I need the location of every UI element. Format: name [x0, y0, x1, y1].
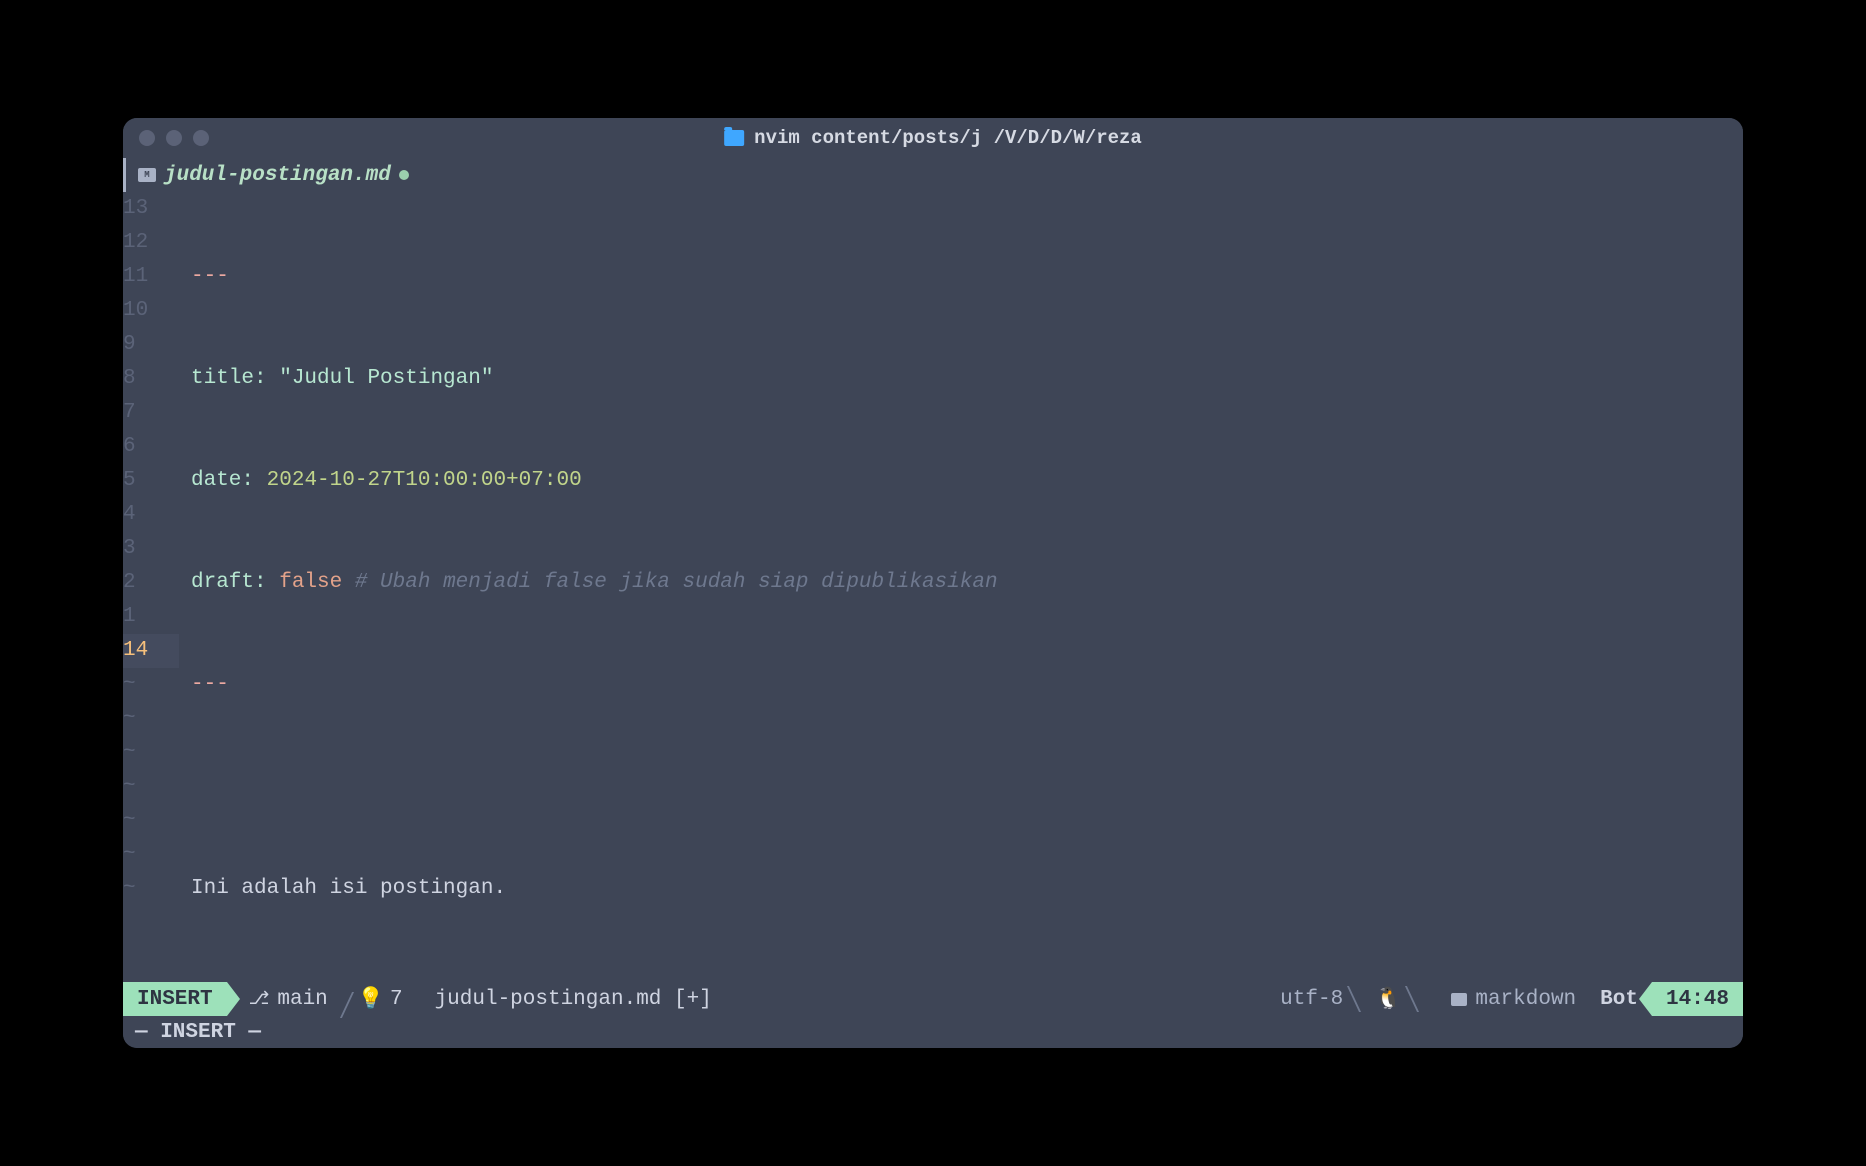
markdown-icon [1451, 993, 1467, 1006]
cmdline-text: — INSERT — [135, 1021, 261, 1044]
code-line: date: 2024-10-27T10:00:00+07:00 [191, 464, 1743, 498]
tabline: M judul-postingan.md [123, 158, 1743, 192]
code-line: title: "Judul Postingan" [191, 362, 1743, 396]
traffic-lights [139, 130, 209, 146]
diagnostics-count: 7 [390, 988, 403, 1011]
empty-line-tilde: ~ [123, 838, 179, 872]
maximize-button[interactable] [193, 130, 209, 146]
empty-line-tilde: ~ [123, 668, 179, 702]
diagnostics-segment: 💡 7 [340, 987, 421, 1012]
git-branch-icon: ⎇ [249, 988, 270, 1010]
code-line: --- [191, 260, 1743, 294]
line-number: 4 [123, 498, 179, 532]
encoding-label: utf-8 [1280, 988, 1343, 1011]
empty-line-tilde: ~ [123, 770, 179, 804]
empty-line-tilde: ~ [123, 804, 179, 838]
line-number: 3 [123, 532, 179, 566]
line-number: 12 [123, 226, 179, 260]
code-line: draft: false # Ubah menjadi false jika s… [191, 566, 1743, 600]
code-line: --- [191, 668, 1743, 702]
separator-icon [1405, 986, 1429, 1012]
command-line: — INSERT — [123, 1016, 1743, 1048]
line-number: 9 [123, 328, 179, 362]
empty-line-tilde: ~ [123, 736, 179, 770]
minimize-button[interactable] [166, 130, 182, 146]
filetype-label: markdown [1475, 988, 1576, 1011]
statusline-filename: judul-postingan.md [+] [421, 988, 726, 1011]
window-title-text: nvim content/posts/j /V/D/D/W/reza [754, 127, 1142, 149]
terminal-window: nvim content/posts/j /V/D/D/W/reza M jud… [123, 118, 1743, 1048]
empty-line-tilde: ~ [123, 702, 179, 736]
empty-line-tilde: ~ [123, 872, 179, 906]
lightbulb-icon: 💡 [358, 987, 384, 1012]
line-number: 13 [123, 192, 179, 226]
mode-indicator: INSERT [123, 982, 227, 1016]
modified-indicator-icon [399, 170, 409, 180]
clock-segment: 14:48 [1652, 982, 1743, 1016]
editor-area[interactable]: 13 12 11 10 9 8 7 6 5 4 3 2 1 14 ~ ~ ~ ~… [123, 192, 1743, 982]
editor-content[interactable]: --- title: "Judul Postingan" date: 2024-… [191, 192, 1743, 982]
git-branch-name: main [277, 988, 327, 1011]
tab-file[interactable]: M judul-postingan.md [128, 164, 419, 187]
code-line-empty [191, 974, 1743, 982]
os-icon: 🐧 [1375, 987, 1401, 1012]
line-number: 11 [123, 260, 179, 294]
line-number: 1 [123, 600, 179, 634]
window-title: nvim content/posts/j /V/D/D/W/reza [724, 127, 1142, 149]
line-number-gutter: 13 12 11 10 9 8 7 6 5 4 3 2 1 14 ~ ~ ~ ~… [123, 192, 191, 982]
filetype-segment: markdown [1441, 988, 1586, 1011]
line-number: 2 [123, 566, 179, 600]
folder-icon [724, 130, 744, 146]
statusline: INSERT ⎇ main 💡 7 judul-postingan.md [+]… [123, 982, 1743, 1016]
line-number: 7 [123, 396, 179, 430]
tab-filename: judul-postingan.md [164, 164, 391, 187]
git-branch-segment: ⎇ main [227, 988, 340, 1011]
line-number: 10 [123, 294, 179, 328]
separator-icon [1347, 986, 1371, 1012]
line-number: 6 [123, 430, 179, 464]
code-line-empty [191, 770, 1743, 804]
line-number: 5 [123, 464, 179, 498]
line-number-current: 14 [123, 634, 179, 668]
close-button[interactable] [139, 130, 155, 146]
line-number: 8 [123, 362, 179, 396]
markdown-file-icon: M [138, 168, 156, 182]
code-line: Ini adalah isi postingan. [191, 872, 1743, 906]
encoding-segment: utf-8 🐧 [1268, 986, 1441, 1012]
titlebar: nvim content/posts/j /V/D/D/W/reza [123, 118, 1743, 158]
